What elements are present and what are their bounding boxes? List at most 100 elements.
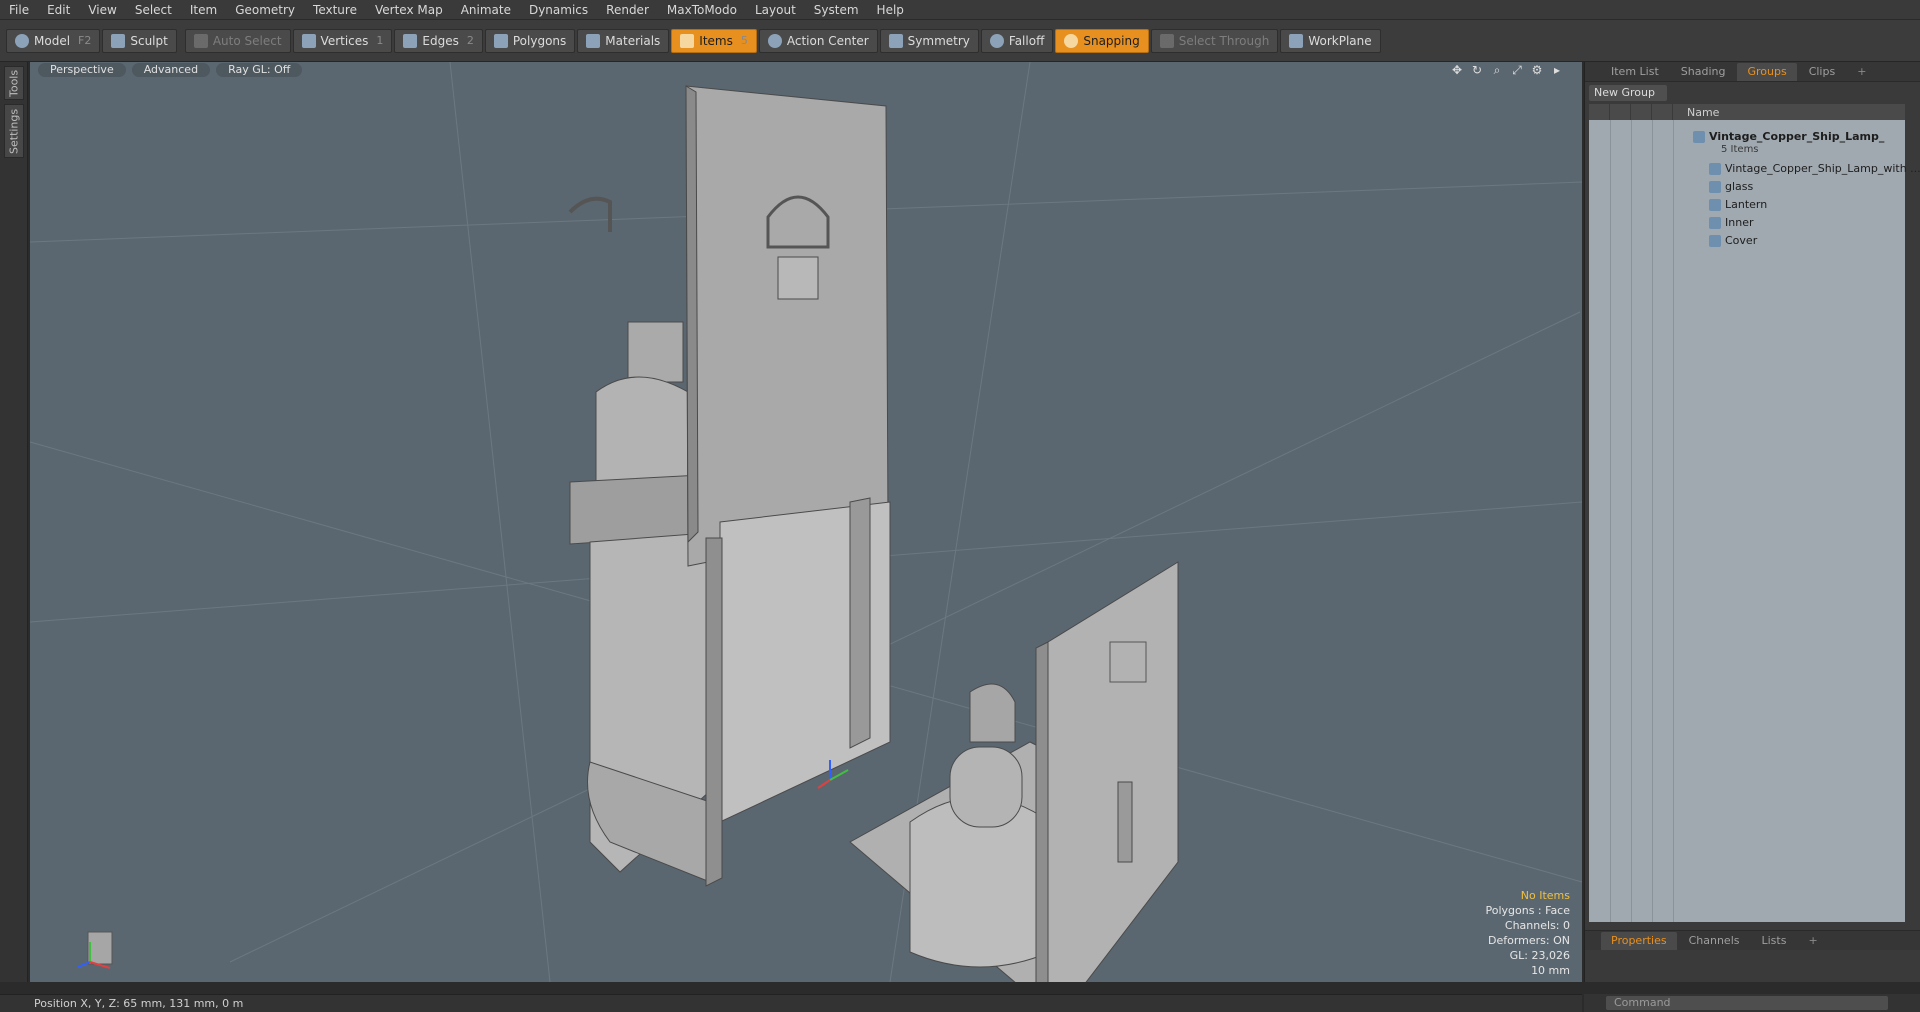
gear-icon[interactable]: ⚙ bbox=[1530, 63, 1544, 77]
brush-icon bbox=[111, 33, 126, 48]
menu-item-view[interactable]: View bbox=[79, 0, 125, 20]
tools-tab[interactable]: Tools bbox=[4, 66, 24, 100]
zoom-icon[interactable]: ⌕ bbox=[1490, 63, 1504, 77]
snapping-icon bbox=[1064, 33, 1079, 48]
model-mode-button[interactable]: Model F2 bbox=[6, 28, 101, 53]
position-readout: Position X, Y, Z: 65 mm, 131 mm, 0 m bbox=[34, 997, 244, 1010]
items-button[interactable]: Items 5 bbox=[671, 28, 757, 53]
render-column-icon[interactable] bbox=[1610, 104, 1631, 120]
arrow-right-icon[interactable]: ▸ bbox=[1550, 63, 1564, 77]
polygons-button[interactable]: Polygons bbox=[484, 28, 576, 53]
main-toolbar: Model F2 Sculpt Auto Select Vertices 1 Edg… bbox=[0, 20, 1920, 62]
advanced-shading-button[interactable]: Advanced bbox=[131, 63, 211, 77]
tree-item-glass[interactable]: glass bbox=[1709, 180, 1753, 193]
tree-header: Name bbox=[1589, 104, 1905, 120]
mesh-icon bbox=[1709, 198, 1721, 211]
maximize-icon[interactable]: ⤢ bbox=[1510, 63, 1524, 77]
name-column-header[interactable]: Name bbox=[1673, 106, 1719, 119]
menu-item-dynamics[interactable]: Dynamics bbox=[520, 0, 597, 20]
tab-groups[interactable]: Groups bbox=[1737, 63, 1797, 81]
menu-item-item[interactable]: Item bbox=[181, 0, 226, 20]
select-through-icon bbox=[1159, 33, 1174, 48]
visibility-column-icon[interactable] bbox=[1589, 104, 1610, 120]
add-bottom-tab-button[interactable]: + bbox=[1798, 932, 1827, 950]
menu-item-maxtomodo[interactable]: MaxToModo bbox=[658, 0, 746, 20]
left-tab-strip: Tools Settings bbox=[0, 62, 28, 982]
menu-item-file[interactable]: File bbox=[0, 0, 38, 20]
tab-item-list[interactable]: Item List bbox=[1601, 63, 1669, 81]
falloff-button[interactable]: Falloff bbox=[980, 28, 1054, 53]
group-row[interactable]: Vintage_Copper_Ship_Lamp_ bbox=[1693, 130, 1884, 143]
select-column-icon[interactable] bbox=[1652, 104, 1673, 120]
group-tree[interactable]: Name Vintage_Copper_Ship_Lamp_ 5 Items V… bbox=[1589, 104, 1920, 922]
menu-item-render[interactable]: Render bbox=[597, 0, 658, 20]
auto-select-icon bbox=[193, 33, 208, 48]
edges-icon bbox=[403, 33, 418, 48]
vertices-icon bbox=[301, 33, 316, 48]
status-bar: Position X, Y, Z: 65 mm, 131 mm, 0 m bbox=[0, 994, 1582, 1012]
group-icon bbox=[1693, 130, 1705, 143]
mesh-icon bbox=[1709, 216, 1721, 229]
vertices-button[interactable]: Vertices 1 bbox=[292, 28, 393, 53]
axis-widget bbox=[77, 931, 113, 969]
menu-item-texture[interactable]: Texture bbox=[304, 0, 366, 20]
settings-tab[interactable]: Settings bbox=[4, 104, 24, 158]
symmetry-button[interactable]: Symmetry bbox=[879, 28, 979, 53]
symmetry-icon bbox=[888, 33, 903, 48]
viewport-header: Perspective Advanced Ray GL: Off bbox=[30, 62, 1582, 78]
workplane-button[interactable]: WorkPlane bbox=[1280, 28, 1381, 53]
snapping-button[interactable]: Snapping bbox=[1055, 28, 1149, 53]
workplane-icon bbox=[1289, 33, 1304, 48]
locator-icon bbox=[1709, 162, 1721, 175]
viewport-nav-tools: ✥ ↻ ⌕ ⤢ ⚙ ▸ bbox=[1450, 63, 1564, 77]
menu-item-select[interactable]: Select bbox=[126, 0, 181, 20]
pan-icon[interactable]: ✥ bbox=[1450, 63, 1464, 77]
polygons-icon bbox=[493, 33, 508, 48]
mesh-icon bbox=[1709, 180, 1721, 193]
lock-column-icon[interactable] bbox=[1631, 104, 1652, 120]
tree-item-cover[interactable]: Cover bbox=[1709, 234, 1757, 247]
add-tab-button[interactable]: + bbox=[1847, 63, 1876, 81]
edges-button[interactable]: Edges 2 bbox=[394, 28, 483, 53]
perspective-view-button[interactable]: Perspective bbox=[38, 63, 126, 77]
menu-item-system[interactable]: System bbox=[805, 0, 868, 20]
falloff-icon bbox=[989, 33, 1004, 48]
tab-shading[interactable]: Shading bbox=[1671, 63, 1736, 81]
command-bar: Command bbox=[1584, 994, 1920, 1012]
lamp-door-panel-model[interactable] bbox=[685, 85, 891, 887]
auto-select-button[interactable]: Auto Select bbox=[184, 28, 291, 53]
materials-icon bbox=[586, 33, 601, 48]
materials-button[interactable]: Materials bbox=[577, 28, 670, 53]
tree-item-inner[interactable]: Inner bbox=[1709, 216, 1753, 229]
groups-panel: Item List Shading Groups Clips + New Gro… bbox=[1584, 62, 1920, 982]
bottom-panel-tabs: Properties Channels Lists + bbox=[1585, 930, 1920, 950]
menu-item-vertex-map[interactable]: Vertex Map bbox=[366, 0, 452, 20]
tab-properties[interactable]: Properties bbox=[1601, 931, 1677, 950]
panel-tabs: Item List Shading Groups Clips + bbox=[1585, 62, 1920, 82]
ray-gl-button[interactable]: Ray GL: Off bbox=[216, 63, 303, 77]
tree-item-lantern[interactable]: Lantern bbox=[1709, 198, 1767, 211]
menu-bar: File Edit View Select Item Geometry Texture Ver… bbox=[0, 0, 1920, 20]
mesh-icon bbox=[1709, 234, 1721, 247]
tree-item-locator[interactable]: Vintage_Copper_Ship_Lamp_with ... bbox=[1709, 162, 1920, 175]
rotate-icon[interactable]: ↻ bbox=[1470, 63, 1484, 77]
menu-item-geometry[interactable]: Geometry bbox=[226, 0, 304, 20]
action-center-button[interactable]: Action Center bbox=[758, 28, 878, 53]
viewport-scene bbox=[30, 62, 1582, 982]
sculpt-mode-button[interactable]: Sculpt bbox=[102, 28, 177, 53]
menu-item-edit[interactable]: Edit bbox=[38, 0, 79, 20]
lamp-cover-panel-model[interactable] bbox=[1035, 561, 1179, 982]
action-center-icon bbox=[767, 33, 782, 48]
menu-item-help[interactable]: Help bbox=[868, 0, 913, 20]
menu-item-animate[interactable]: Animate bbox=[452, 0, 520, 20]
select-through-button[interactable]: Select Through bbox=[1150, 28, 1279, 53]
tab-channels[interactable]: Channels bbox=[1679, 932, 1750, 950]
new-group-button[interactable]: New Group bbox=[1589, 85, 1667, 101]
group-item-count: 5 Items bbox=[1721, 144, 1759, 155]
model-icon bbox=[15, 33, 29, 48]
command-input[interactable]: Command bbox=[1606, 996, 1888, 1010]
tab-clips[interactable]: Clips bbox=[1799, 63, 1846, 81]
tab-lists[interactable]: Lists bbox=[1752, 932, 1797, 950]
3d-viewport[interactable]: Perspective Advanced Ray GL: Off ✥ ↻ ⌕ ⤢… bbox=[30, 62, 1582, 982]
menu-item-layout[interactable]: Layout bbox=[746, 0, 805, 20]
